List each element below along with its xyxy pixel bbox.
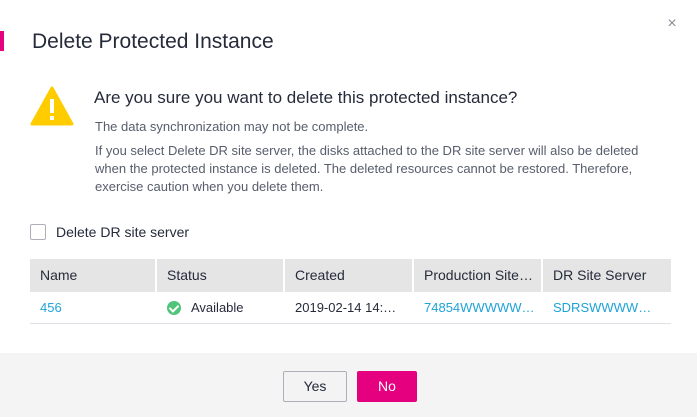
table-row: 456 Available 2019-02-14 14:… 74854WWWWW… xyxy=(30,292,671,324)
close-icon[interactable]: × xyxy=(664,14,680,34)
dr-site-server-link[interactable]: SDRSWWWWW… xyxy=(543,292,671,323)
instance-name-link[interactable]: 456 xyxy=(30,292,157,323)
dialog-title: Delete Protected Instance xyxy=(32,30,274,53)
column-header-dr-site-server: DR Site Server xyxy=(553,267,647,283)
check-circle-icon xyxy=(167,300,181,315)
column-header-production-site: Production Site… xyxy=(414,259,543,292)
no-button[interactable]: No xyxy=(357,371,417,402)
title-accent-bar xyxy=(0,31,4,51)
warning-icon xyxy=(30,86,74,126)
column-header-created: Created xyxy=(285,259,414,292)
dr-server-warning-text: If you select Delete DR site server, the… xyxy=(95,143,639,194)
dialog-footer: Yes No xyxy=(0,353,697,417)
production-site-link[interactable]: 74854WWWWW… xyxy=(414,292,543,323)
delete-protected-instance-dialog: Delete Protected Instance × Are you sure… xyxy=(0,0,697,417)
sync-warning-text: The data synchronization may not be comp… xyxy=(95,119,369,134)
status-cell: Available xyxy=(157,292,285,323)
delete-dr-server-option[interactable]: Delete DR site server xyxy=(30,223,189,241)
table-header: Name Status Created Production Site… DR … xyxy=(30,259,671,292)
yes-button[interactable]: Yes xyxy=(283,371,347,402)
created-time: 2019-02-14 14:… xyxy=(295,300,397,315)
column-header-name: Name xyxy=(30,259,157,292)
delete-dr-server-label[interactable]: Delete DR site server xyxy=(56,223,189,241)
confirm-question: Are you sure you want to delete this pro… xyxy=(94,88,518,107)
column-header-status: Status xyxy=(157,259,285,292)
delete-dr-server-checkbox[interactable] xyxy=(30,224,46,240)
status-text: Available xyxy=(191,299,244,315)
instance-table: Name Status Created Production Site… DR … xyxy=(30,259,671,324)
